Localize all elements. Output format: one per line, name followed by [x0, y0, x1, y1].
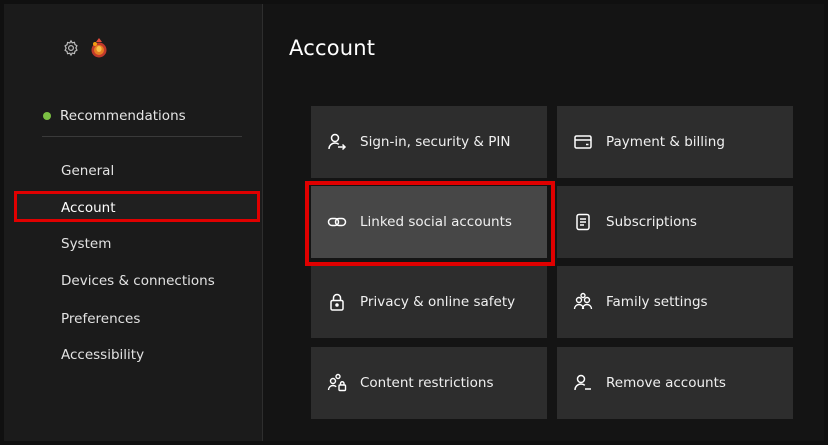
page-title: Account — [289, 36, 376, 60]
family-lock-icon — [327, 373, 347, 393]
person-arrow-icon — [327, 132, 347, 152]
tile-sign-in-security[interactable]: Sign-in, security & PIN — [311, 106, 547, 178]
sidebar-header — [62, 38, 108, 58]
sidebar-item-general[interactable]: General — [61, 161, 114, 181]
tile-label: Subscriptions — [606, 214, 697, 230]
tile-label: Payment & billing — [606, 134, 725, 150]
tile-family-settings[interactable]: Family settings — [557, 266, 793, 338]
tile-content-restrictions[interactable]: Content restrictions — [311, 347, 547, 419]
tile-label: Content restrictions — [360, 375, 494, 391]
status-dot — [43, 112, 51, 120]
avatar[interactable] — [90, 38, 108, 58]
sidebar-item-accessibility[interactable]: Accessibility — [61, 345, 144, 365]
tile-payment-billing[interactable]: Payment & billing — [557, 106, 793, 178]
lock-icon — [327, 292, 347, 312]
linked-social-highlight-box — [305, 181, 555, 266]
settings-screen: Recommendations General Account System D… — [4, 4, 824, 441]
tile-label: Sign-in, security & PIN — [360, 134, 511, 150]
sidebar-divider — [42, 136, 242, 137]
sidebar-item-preferences[interactable]: Preferences — [61, 309, 140, 329]
person-remove-icon — [573, 373, 593, 393]
tile-label: Family settings — [606, 294, 708, 310]
sidebar-item-devices-connections[interactable]: Devices & connections — [61, 271, 215, 291]
tile-label: Remove accounts — [606, 375, 726, 391]
tile-label: Privacy & online safety — [360, 294, 516, 310]
recommendations-item[interactable]: Recommendations — [43, 108, 186, 124]
sidebar: Recommendations General Account System D… — [4, 4, 263, 441]
family-icon — [573, 292, 593, 312]
credit-card-icon — [573, 132, 593, 152]
tile-privacy-online-safety[interactable]: Privacy & online safety — [311, 266, 547, 338]
tile-remove-accounts[interactable]: Remove accounts — [557, 347, 793, 419]
gear-icon[interactable] — [62, 39, 80, 57]
tile-subscriptions[interactable]: Subscriptions — [557, 186, 793, 258]
recommendations-label: Recommendations — [60, 108, 186, 124]
account-highlight-box — [14, 191, 260, 222]
sidebar-item-system[interactable]: System — [61, 234, 111, 254]
subscriptions-icon — [573, 212, 593, 232]
